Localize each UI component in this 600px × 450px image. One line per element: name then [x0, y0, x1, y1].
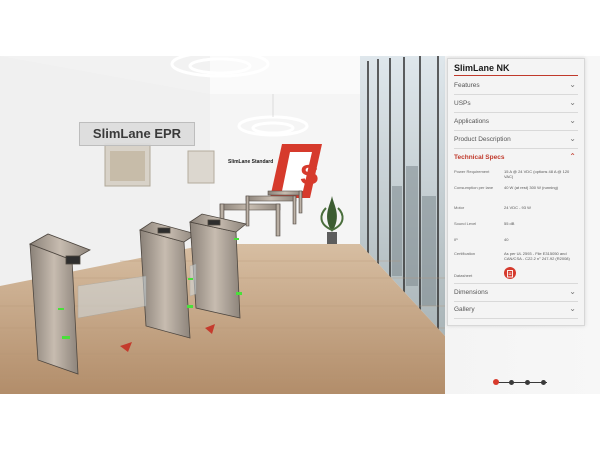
- spec-value: 55 dB: [504, 221, 515, 226]
- wall-sign: SlimLane Standard: [228, 159, 274, 165]
- spec-value: As per UL 2593 - File E315050 and CAN/CS…: [504, 251, 570, 261]
- camera-position-nav: [491, 379, 551, 387]
- chevron-down-icon: ⌄: [569, 98, 576, 107]
- chevron-down-icon: ⌄: [569, 287, 576, 296]
- section-usps[interactable]: USPs ⌄: [454, 95, 578, 113]
- section-label: Features: [454, 82, 480, 89]
- spec-key: Sound Level: [454, 221, 477, 226]
- section-features[interactable]: Features ⌄: [454, 77, 578, 95]
- spec-key: Power Requirement: [454, 169, 490, 174]
- svg-text:S: S: [300, 159, 319, 190]
- spec-value: 15 A @ 24 VDC (options 48 A @ 120 VAC): [504, 169, 570, 179]
- spec-key: Certification: [454, 251, 476, 256]
- section-applications[interactable]: Applications ⌄: [454, 113, 578, 131]
- chevron-down-icon: ⌄: [569, 134, 576, 143]
- section-technical-specs[interactable]: Technical Specs ⌃: [454, 149, 578, 166]
- spec-row: Motor 24 VDC - 93 W: [454, 205, 578, 213]
- product-label-slimlane-epr[interactable]: SlimLane EPR: [79, 122, 195, 146]
- nav-dot-3[interactable]: [525, 380, 530, 385]
- section-label: Applications: [454, 118, 490, 125]
- nav-track: [497, 382, 547, 383]
- spec-row: IP 40: [454, 237, 578, 245]
- spec-key: IP: [454, 237, 458, 242]
- chevron-down-icon: ⌄: [569, 80, 576, 89]
- spec-row: Power Requirement 15 A @ 24 VDC (options…: [454, 169, 578, 183]
- spec-row: Sound Level 55 dB: [454, 221, 578, 229]
- chevron-down-icon: ⌄: [569, 304, 576, 313]
- spec-key: Consumption per lane: [454, 185, 494, 190]
- chevron-down-icon: ⌄: [569, 116, 576, 125]
- section-label: Gallery: [454, 306, 475, 313]
- section-dimensions[interactable]: Dimensions ⌄: [454, 283, 578, 302]
- datasheet-download-button[interactable]: [504, 267, 516, 279]
- spec-row: Consumption per lane 40 W (at rest) 300 …: [454, 185, 578, 199]
- nav-dot-2[interactable]: [509, 380, 514, 385]
- spec-key: Motor: [454, 205, 465, 210]
- nav-dot-4[interactable]: [541, 380, 546, 385]
- section-label: Technical Specs: [454, 154, 505, 161]
- section-gallery[interactable]: Gallery ⌄: [454, 301, 578, 319]
- nav-dot-1[interactable]: [493, 379, 499, 385]
- spec-row: Datasheet: [454, 273, 578, 281]
- panel-title: SlimLane NK: [454, 63, 510, 73]
- section-label: Product Description: [454, 136, 511, 143]
- spec-value: 40: [504, 237, 509, 242]
- spec-value: 24 VDC - 93 W: [504, 205, 531, 210]
- product-info-panel: SlimLane NK Features ⌄ USPs ⌄ Applicatio…: [447, 58, 585, 326]
- section-label: Dimensions: [454, 289, 488, 296]
- spec-key: Datasheet: [454, 273, 473, 278]
- document-icon: [507, 270, 513, 278]
- section-label: USPs: [454, 100, 471, 107]
- section-product-description[interactable]: Product Description ⌄: [454, 131, 578, 149]
- chevron-up-icon: ⌃: [569, 152, 576, 161]
- spec-value: 40 W (at rest) 300 W (running): [504, 185, 559, 190]
- title-underline: [454, 75, 578, 76]
- spec-row: Certification As per UL 2593 - File E315…: [454, 251, 578, 265]
